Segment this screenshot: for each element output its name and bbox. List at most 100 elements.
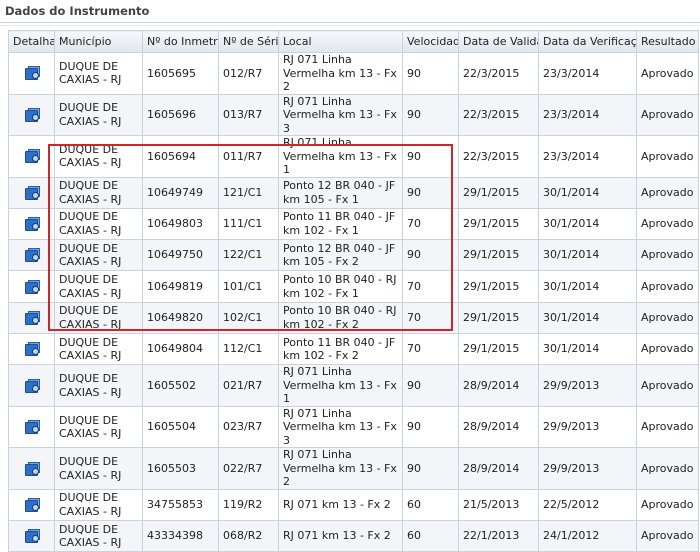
table-body: DUQUE DE CAXIAS - RJ 1605695 012/R7 RJ 071 … xyxy=(8,52,699,552)
view-details-icon[interactable] xyxy=(24,310,40,325)
title-divider-secondary xyxy=(0,25,700,26)
view-details-icon[interactable] xyxy=(24,420,40,435)
velocidade-cell: 90 xyxy=(402,405,459,449)
municipio-cell: DUQUE DE CAXIAS - RJ xyxy=(54,301,143,334)
view-details-icon[interactable] xyxy=(24,248,40,263)
view-details-icon[interactable] xyxy=(24,461,40,476)
local-cell: RJ 071 Linha Vermelha km 13 - Fx 2 xyxy=(278,52,403,95)
serie-cell: 013/R7 xyxy=(218,93,279,136)
velocidade-cell: 70 xyxy=(402,332,459,366)
table-header-row: Detalhar Município Nº do Inmetro Nº de S… xyxy=(8,30,699,53)
inmetro-cell: 10649804 xyxy=(142,332,219,366)
column-header-serie[interactable]: Nº de Série xyxy=(218,30,279,53)
view-details-icon[interactable] xyxy=(24,66,40,81)
local-cell: Ponto 11 BR 040 - JF km 102 - Fx 1 xyxy=(278,207,403,241)
velocidade-cell: 90 xyxy=(402,176,459,209)
resultado-cell: Aprovado xyxy=(636,93,699,136)
table-row: DUQUE DE CAXIAS - RJ 10649750 122/C1 Ponto … xyxy=(8,239,699,272)
local-cell: Ponto 10 BR 040 - RJ km 102 - Fx 2 xyxy=(278,301,403,334)
validade-cell: 21/5/2013 xyxy=(458,488,539,522)
inmetro-cell: 10649820 xyxy=(142,301,219,334)
instruments-table: Detalhar Município Nº do Inmetro Nº de S… xyxy=(8,30,699,552)
title-divider xyxy=(0,22,700,23)
velocidade-cell: 90 xyxy=(402,93,459,136)
resultado-cell: Aprovado xyxy=(636,405,699,449)
table-row: DUQUE DE CAXIAS - RJ 1605696 013/R7 RJ 071 … xyxy=(8,93,699,136)
verificacao-cell: 22/5/2012 xyxy=(538,488,637,522)
local-cell: RJ 071 Linha Vermelha km 13 - Fx 1 xyxy=(278,364,403,407)
serie-cell: 102/C1 xyxy=(218,301,279,334)
view-details-icon[interactable] xyxy=(24,279,40,294)
view-details-icon[interactable] xyxy=(24,185,40,200)
municipio-cell: DUQUE DE CAXIAS - RJ xyxy=(54,239,143,272)
municipio-cell: DUQUE DE CAXIAS - RJ xyxy=(54,520,143,552)
detalhar-cell xyxy=(8,176,55,209)
detalhar-cell xyxy=(8,488,55,522)
serie-cell: 119/R2 xyxy=(218,488,279,522)
validade-cell: 22/1/2013 xyxy=(458,520,539,552)
municipio-cell: DUQUE DE CAXIAS - RJ xyxy=(54,405,143,449)
serie-cell: 022/R7 xyxy=(218,447,279,490)
local-cell: RJ 071 Linha Vermelha km 13 - Fx 3 xyxy=(278,93,403,136)
view-details-icon[interactable] xyxy=(24,497,40,512)
validade-cell: 28/9/2014 xyxy=(458,405,539,449)
view-details-icon[interactable] xyxy=(24,149,40,164)
serie-cell: 068/R2 xyxy=(218,520,279,552)
validade-cell: 28/9/2014 xyxy=(458,364,539,407)
resultado-cell: Aprovado xyxy=(636,364,699,407)
table-row: DUQUE DE CAXIAS - RJ 10649803 111/C1 Ponto … xyxy=(8,207,699,241)
verificacao-cell: 29/9/2013 xyxy=(538,405,637,449)
view-details-icon[interactable] xyxy=(24,107,40,122)
resultado-cell: Aprovado xyxy=(636,270,699,303)
table-row: DUQUE DE CAXIAS - RJ 10649804 112/C1 Ponto … xyxy=(8,332,699,366)
local-cell: RJ 071 km 13 - Fx 2 xyxy=(278,488,403,522)
inmetro-cell: 1605502 xyxy=(142,364,219,407)
serie-cell: 101/C1 xyxy=(218,270,279,303)
resultado-cell: Aprovado xyxy=(636,488,699,522)
column-header-detalhar[interactable]: Detalhar xyxy=(8,30,55,53)
view-details-icon[interactable] xyxy=(24,342,40,357)
validade-cell: 29/1/2015 xyxy=(458,270,539,303)
detalhar-cell xyxy=(8,520,55,552)
column-header-local[interactable]: Local xyxy=(278,30,403,53)
serie-cell: 011/R7 xyxy=(218,135,279,178)
column-header-validade[interactable]: Data de Validade xyxy=(458,30,539,53)
velocidade-cell: 60 xyxy=(402,520,459,552)
municipio-cell: DUQUE DE CAXIAS - RJ xyxy=(54,332,143,366)
velocidade-cell: 90 xyxy=(402,447,459,490)
resultado-cell: Aprovado xyxy=(636,176,699,209)
column-header-verificacao[interactable]: Data da Verificação xyxy=(538,30,637,53)
view-details-icon[interactable] xyxy=(24,216,40,231)
verificacao-cell: 29/9/2013 xyxy=(538,447,637,490)
view-details-icon[interactable] xyxy=(24,378,40,393)
validade-cell: 29/1/2015 xyxy=(458,332,539,366)
local-cell: Ponto 11 BR 040 - JF km 102 - Fx 2 xyxy=(278,332,403,366)
resultado-cell: Aprovado xyxy=(636,520,699,552)
validade-cell: 29/1/2015 xyxy=(458,239,539,272)
serie-cell: 112/C1 xyxy=(218,332,279,366)
verificacao-cell: 30/1/2014 xyxy=(538,270,637,303)
municipio-cell: DUQUE DE CAXIAS - RJ xyxy=(54,176,143,209)
municipio-cell: DUQUE DE CAXIAS - RJ xyxy=(54,447,143,490)
resultado-cell: Aprovado xyxy=(636,207,699,241)
column-header-municipio[interactable]: Município xyxy=(54,30,143,53)
column-header-inmetro[interactable]: Nº do Inmetro xyxy=(142,30,219,53)
table-row: DUQUE DE CAXIAS - RJ 10649820 102/C1 Ponto … xyxy=(8,301,699,334)
verificacao-cell: 30/1/2014 xyxy=(538,301,637,334)
verificacao-cell: 23/3/2014 xyxy=(538,93,637,136)
column-header-resultado[interactable]: Resultado xyxy=(636,30,699,53)
view-details-icon[interactable] xyxy=(24,529,40,544)
detalhar-cell xyxy=(8,135,55,178)
municipio-cell: DUQUE DE CAXIAS - RJ xyxy=(54,135,143,178)
municipio-cell: DUQUE DE CAXIAS - RJ xyxy=(54,207,143,241)
column-header-velocidade[interactable]: Velocidade xyxy=(402,30,459,53)
table-row: DUQUE DE CAXIAS - RJ 43334398 068/R2 RJ 071… xyxy=(8,520,699,552)
inmetro-cell: 10649750 xyxy=(142,239,219,272)
inmetro-cell: 10649749 xyxy=(142,176,219,209)
resultado-cell: Aprovado xyxy=(636,301,699,334)
detalhar-cell xyxy=(8,405,55,449)
inmetro-cell: 1605503 xyxy=(142,447,219,490)
inmetro-cell: 34755853 xyxy=(142,488,219,522)
validade-cell: 22/3/2015 xyxy=(458,52,539,95)
velocidade-cell: 90 xyxy=(402,135,459,178)
